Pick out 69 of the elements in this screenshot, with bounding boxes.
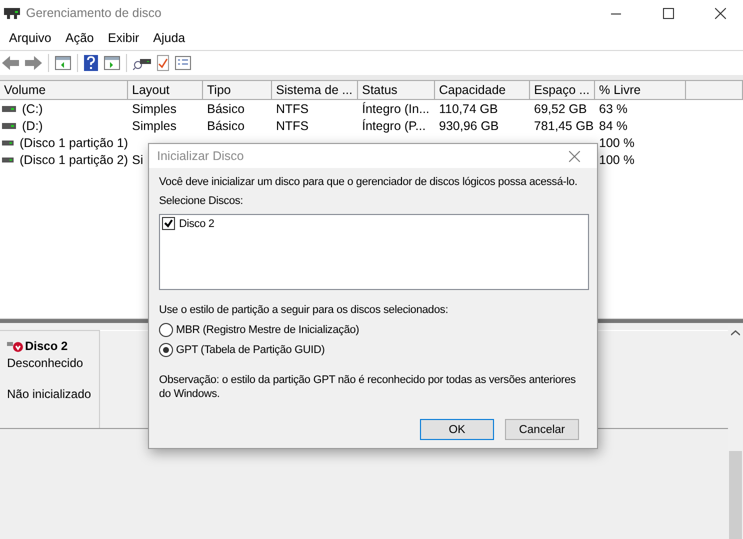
table-cell: 100 %: [599, 152, 634, 166]
table-cell: 930,96 GB: [439, 118, 499, 132]
table-cell: 84 %: [599, 118, 628, 132]
checklist-icon[interactable]: [157, 55, 169, 71]
disk-name: Disco 2: [25, 339, 68, 353]
radio-label: MBR (Registro Mestre de Inicialização): [176, 324, 360, 336]
column-header[interactable]: Tipo: [203, 81, 272, 99]
panel-icon[interactable]: [104, 56, 120, 70]
table-cell: Básico: [207, 102, 245, 116]
radio-button[interactable]: [159, 323, 173, 337]
column-header[interactable]: Volume: [0, 81, 128, 99]
table-cell: NTFS: [276, 118, 309, 132]
table-cell: 100 %: [599, 136, 634, 150]
table-cell: Íntegro (P...: [362, 118, 426, 132]
connect-icon[interactable]: [133, 56, 151, 70]
ok-button[interactable]: OK: [420, 419, 494, 440]
close-icon: [714, 8, 726, 18]
menu-item[interactable]: Ação: [58, 31, 101, 45]
scroll-up-icon[interactable]: [731, 330, 740, 336]
style-label: Use o estilo de partição a seguir para os discos selecionados:: [159, 304, 450, 316]
table-cell: 110,74 GB: [439, 102, 498, 116]
dialog-title: Inicializar Disco: [157, 149, 245, 163]
drive-icon: [2, 122, 16, 128]
cancel-button[interactable]: Cancelar: [505, 419, 579, 440]
table-cell: 63 %: [599, 102, 628, 116]
table-cell: (C:): [22, 102, 43, 116]
table-cell: (Disco 1 partição 2): [20, 152, 128, 166]
close-icon: [568, 150, 580, 162]
menu-item[interactable]: Arquivo: [2, 31, 58, 45]
menu-item[interactable]: Ajuda: [146, 31, 192, 45]
note-text: Observação: o estilo da partição GPT não é reconhecido por todas as versões anteriores do Windows.: [159, 373, 577, 401]
disk-type: Desconhecido: [7, 356, 84, 370]
drive-icon: [2, 156, 14, 162]
back-arrow-icon[interactable]: [2, 56, 19, 70]
checkbox[interactable]: [162, 217, 175, 230]
dialog-message: Você deve inicializar um disco para que o gerenciador de discos lógicos possa acessá-lo.: [159, 176, 578, 188]
table-cell: Si: [132, 152, 144, 166]
disk-error-icon: [7, 340, 25, 352]
drive-icon: [2, 140, 14, 146]
properties-icon[interactable]: [175, 56, 191, 70]
radio-label: GPT (Tabela de Partição GUID): [176, 344, 325, 356]
menu-item[interactable]: Exibir: [100, 31, 146, 45]
select-label: Selecione Discos:: [159, 195, 244, 207]
disk-management-icon: [4, 6, 20, 20]
disk-label: Disco 2: [179, 218, 214, 230]
window-title: Gerenciamento de disco: [26, 6, 162, 20]
table-cell: 781,45 GB: [534, 118, 594, 132]
panel-icon[interactable]: [55, 56, 71, 70]
radio-button[interactable]: [159, 343, 173, 357]
column-header[interactable]: Status: [358, 81, 435, 99]
disk-status: Não inicializado: [7, 387, 92, 401]
table-cell: (D:): [22, 118, 43, 132]
table-cell: Básico: [207, 118, 245, 132]
drive-icon: [2, 106, 16, 112]
column-header[interactable]: % Livre: [595, 81, 686, 99]
column-header[interactable]: Capacidade: [435, 81, 530, 99]
column-header[interactable]: Sistema de ...: [272, 81, 358, 99]
disk-list[interactable]: Disco 2: [159, 214, 589, 290]
table-cell: (Disco 1 partição 1): [20, 136, 128, 150]
column-header[interactable]: Layout: [128, 81, 203, 99]
table-cell: Simples: [132, 118, 176, 132]
table-cell: 69,52 GB: [534, 102, 587, 116]
maximize-icon: [662, 8, 674, 18]
table-cell: Íntegro (In...: [362, 102, 430, 116]
forward-arrow-icon[interactable]: [25, 56, 42, 70]
help-icon[interactable]: [84, 55, 98, 71]
table-cell: Simples: [132, 102, 176, 116]
column-header[interactable]: Espaço ...: [530, 81, 595, 99]
table-cell: NTFS: [276, 102, 309, 116]
